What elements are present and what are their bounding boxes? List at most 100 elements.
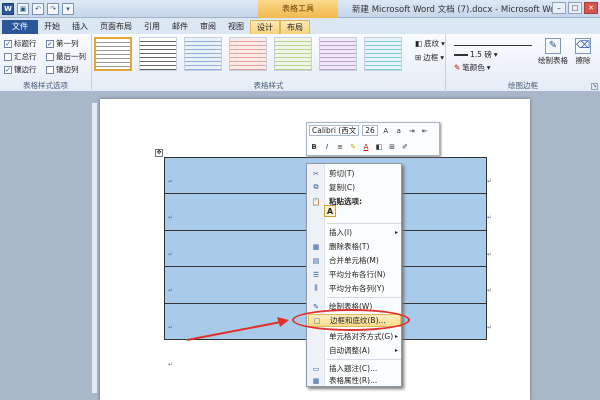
submenu-arrow-icon: ▸: [394, 333, 398, 340]
menu-item-autofit[interactable]: 自动调整(A) ▸: [308, 344, 401, 357]
tab-layout[interactable]: 布局: [280, 20, 310, 34]
table-style-swatch[interactable]: [184, 37, 222, 71]
table-move-handle-icon[interactable]: ✥: [155, 149, 163, 157]
minimize-icon[interactable]: –: [552, 2, 566, 14]
shrink-font-icon[interactable]: a: [394, 126, 404, 136]
menu-item-insert-caption[interactable]: ▭ 插入题注(C)...: [308, 362, 401, 375]
table-style-swatch[interactable]: [274, 37, 312, 71]
chevron-down-icon: ▾: [441, 39, 445, 48]
menu-item-label: 复制(C): [329, 183, 356, 192]
table-style-swatch[interactable]: [364, 37, 402, 71]
font-name-box[interactable]: Calibri (西文: [309, 125, 360, 136]
header-row-option[interactable]: ✓ 标题行: [4, 38, 37, 49]
eraser-button[interactable]: ⌫ 擦除: [568, 38, 598, 66]
tab-design[interactable]: 设计: [250, 20, 280, 34]
menu-item-distribute-columns[interactable]: ⫼ 平均分布各列(Y): [308, 282, 401, 295]
option-label: 汇总行: [14, 52, 37, 61]
tab-file[interactable]: 文件: [2, 20, 38, 34]
menu-item-cell-alignment[interactable]: 单元格对齐方式(G) ▸: [308, 330, 401, 343]
option-label: 镶边行: [14, 65, 37, 74]
draw-table-button[interactable]: ✎ 绘制表格: [538, 38, 568, 66]
redo-icon[interactable]: ↷: [47, 3, 59, 15]
first-column-option[interactable]: ✓ 第一列: [46, 38, 79, 49]
highlight-oval: [292, 309, 410, 331]
pen-color-button[interactable]: ✎ 笔颜色 ▾: [454, 62, 491, 73]
paste-keep-text-only-button[interactable]: A: [324, 205, 336, 217]
cell-end-mark: ↵: [168, 287, 174, 295]
save-icon[interactable]: ▣: [17, 3, 29, 15]
table-style-swatch[interactable]: [139, 37, 177, 71]
menu-item-cut[interactable]: ✂ 剪切(T): [308, 167, 401, 180]
format-painter-icon[interactable]: ✐: [400, 142, 410, 152]
grow-font-icon[interactable]: A: [381, 126, 391, 136]
undo-icon[interactable]: ↶: [32, 3, 44, 15]
menu-item-label: 自动调整(A): [329, 346, 370, 355]
outdent-icon[interactable]: ⇤: [420, 126, 430, 136]
banded-rows-option[interactable]: ✓ 镶边行: [4, 64, 37, 75]
checkbox-unchecked-icon[interactable]: [4, 52, 12, 61]
indent-icon[interactable]: ⇥: [407, 126, 417, 136]
menu-item-distribute-rows[interactable]: ☰ 平均分布各行(N): [308, 268, 401, 281]
menu-item-merge-cells[interactable]: ▤ 合并单元格(M): [308, 254, 401, 267]
banded-columns-option[interactable]: 镶边列: [46, 64, 79, 75]
table-style-gallery: [94, 37, 414, 77]
tab-mailings[interactable]: 邮件: [166, 20, 194, 34]
checkbox-checked-icon[interactable]: ✓: [46, 39, 54, 48]
maximize-icon[interactable]: □: [568, 2, 582, 14]
cell-end-mark: ↵: [168, 178, 174, 185]
title-bar: W ▣ ↶ ↷ ▾ 表格工具 新建 Microsoft Word 文档 (7).…: [0, 0, 600, 18]
bold-icon[interactable]: B: [309, 142, 319, 152]
tab-insert[interactable]: 插入: [66, 20, 94, 34]
group-label: 表格样式: [253, 81, 284, 90]
pen-weight-selector[interactable]: 1.5 磅 ▾: [454, 49, 534, 60]
pen-color-label: 笔颜色: [462, 63, 485, 72]
shading-icon[interactable]: ◧: [374, 142, 384, 152]
borders-button[interactable]: ⊞ 边框 ▾: [415, 52, 444, 63]
table-properties-icon: ▦: [312, 376, 320, 385]
annotation-arrow-icon: [186, 317, 289, 341]
mini-toolbar-row: B I ≡ ✎ A ◧ ⊞ ✐: [309, 142, 410, 152]
window-title: 新建 Microsoft Word 文档 (7).docx - Microsof…: [352, 5, 565, 15]
customize-qat-icon[interactable]: ▾: [62, 3, 74, 15]
close-icon[interactable]: ✕: [584, 2, 598, 14]
borders-icon[interactable]: ⊞: [387, 142, 397, 152]
chevron-down-icon: ▾: [440, 53, 445, 62]
table-style-swatch[interactable]: [229, 37, 267, 71]
table-style-swatch[interactable]: [94, 37, 132, 71]
menu-item-delete-table[interactable]: ▦ 删除表格(T): [308, 240, 401, 253]
font-color-icon[interactable]: A: [361, 142, 371, 152]
tab-view[interactable]: 视图: [222, 20, 250, 34]
borders-icon: ⊞: [415, 53, 422, 62]
italic-icon[interactable]: I: [322, 142, 332, 152]
draw-table-icon: ✎: [313, 302, 319, 311]
cell-end-mark: ↵: [168, 250, 174, 258]
checkbox-unchecked-icon[interactable]: [46, 65, 54, 74]
checkbox-checked-icon[interactable]: ✓: [4, 39, 12, 48]
checkbox-unchecked-icon[interactable]: [46, 52, 54, 61]
paste-icon: 📋: [311, 197, 321, 206]
last-column-option[interactable]: 最后一列: [46, 51, 86, 62]
mini-toolbar: Calibri (西文 26 A a ⇥ ⇤ B I ≡ ✎ A ◧ ⊞ ✐: [306, 122, 440, 156]
tab-references[interactable]: 引用: [138, 20, 166, 34]
shading-button[interactable]: ◧ 底纹 ▾: [415, 38, 445, 49]
menu-separator: [327, 297, 401, 298]
menu-item-paste-options: 📋 粘贴选项:: [308, 195, 401, 208]
font-size-box[interactable]: 26: [362, 125, 378, 136]
menu-item-label: 表格属性(R)...: [329, 376, 378, 385]
highlight-icon[interactable]: ✎: [348, 142, 358, 152]
menu-item-insert[interactable]: 插入(I) ▸: [308, 226, 401, 239]
vertical-ruler: [92, 103, 97, 393]
menu-item-table-properties[interactable]: ▦ 表格属性(R)...: [308, 375, 401, 386]
scissors-icon: ✂: [313, 169, 319, 178]
tab-page-layout[interactable]: 页面布局: [94, 20, 138, 34]
menu-item-copy[interactable]: ⧉ 复制(C): [308, 181, 401, 194]
menu-item-label: 单元格对齐方式(G): [329, 332, 394, 341]
checkbox-checked-icon[interactable]: ✓: [4, 65, 12, 74]
tab-review[interactable]: 审阅: [194, 20, 222, 34]
tab-home[interactable]: 开始: [38, 20, 66, 34]
align-center-icon[interactable]: ≡: [335, 142, 345, 152]
table-style-swatch[interactable]: [319, 37, 357, 71]
dialog-launcher-icon[interactable]: ↘: [591, 83, 598, 90]
total-row-option[interactable]: 汇总行: [4, 51, 37, 62]
line-style-selector[interactable]: [454, 38, 532, 46]
